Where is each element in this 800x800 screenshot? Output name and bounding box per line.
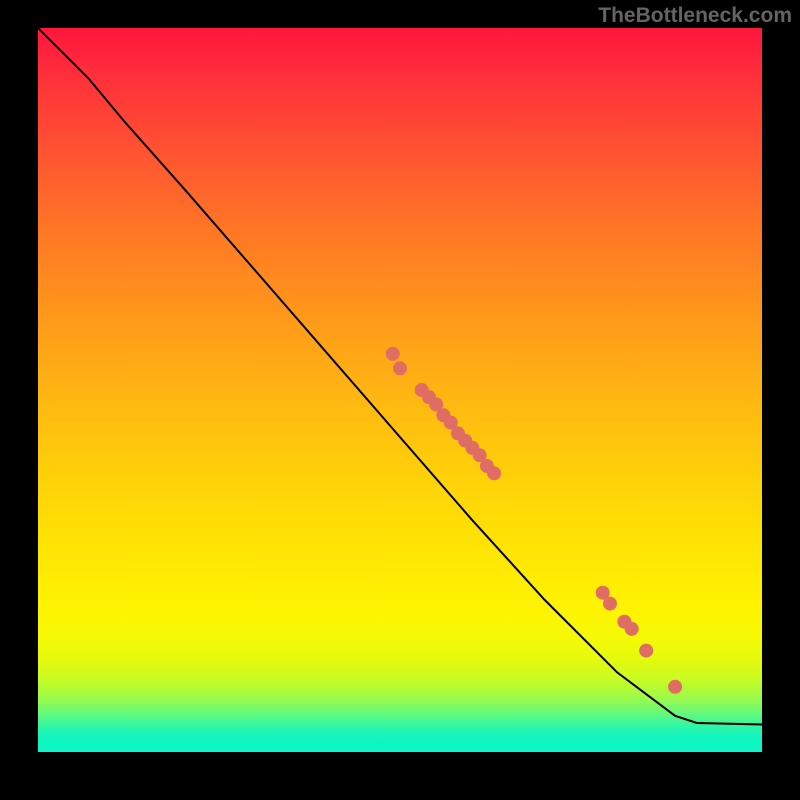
data-point — [393, 361, 407, 375]
data-point — [603, 597, 617, 611]
data-point — [625, 622, 639, 636]
data-point — [639, 644, 653, 658]
chart-stage: { "watermark": "TheBottleneck.com", "plo… — [0, 0, 800, 800]
data-point — [487, 466, 501, 480]
chart-overlay — [0, 0, 800, 800]
data-point — [386, 347, 400, 361]
points-group — [386, 347, 682, 694]
curve-line — [38, 28, 762, 725]
data-point — [668, 680, 682, 694]
